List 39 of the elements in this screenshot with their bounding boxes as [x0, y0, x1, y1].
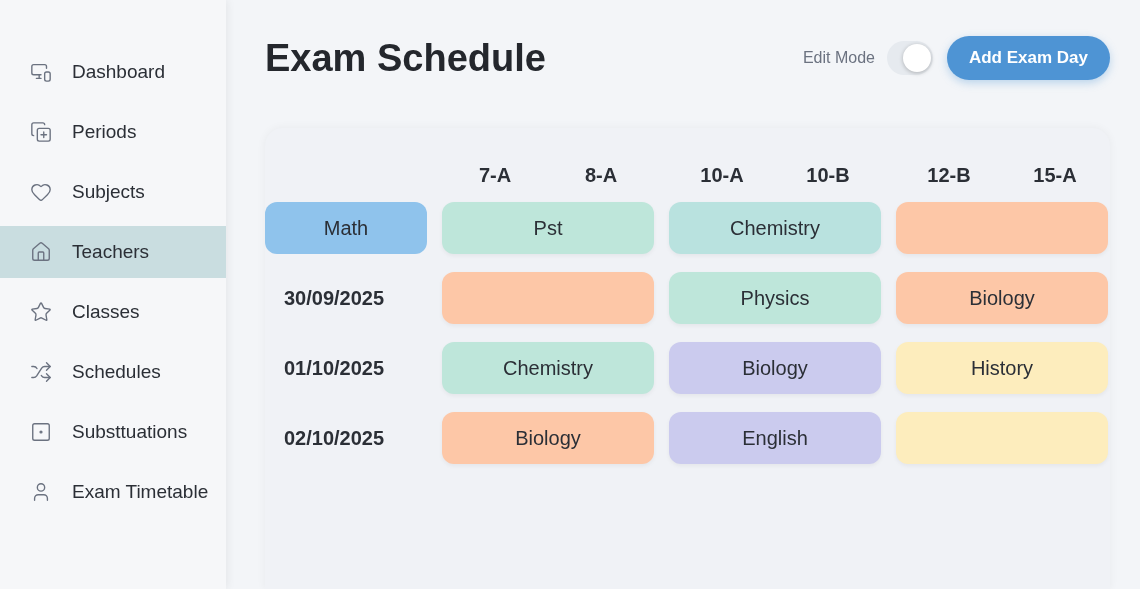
sidebar-item[interactable]: Schedules — [0, 346, 226, 398]
exam-cell[interactable]: Pst — [442, 202, 654, 254]
page-title: Exam Schedule — [265, 35, 546, 81]
column-header: 12-B — [926, 163, 972, 188]
exam-cell[interactable] — [896, 412, 1108, 464]
column-header: 7-A — [477, 163, 513, 188]
exam-cell[interactable]: Biology — [442, 412, 654, 464]
star-icon — [30, 301, 52, 323]
shuffle-icon — [30, 361, 52, 383]
sidebar-item[interactable]: Periods — [0, 106, 226, 158]
monitor-icon — [30, 61, 52, 83]
edit-mode-toggle[interactable] — [886, 41, 933, 75]
sidebar-item[interactable]: Exam Timetable — [0, 466, 226, 518]
exam-cell[interactable] — [896, 202, 1108, 254]
date-label: 30/09/2025 — [283, 286, 386, 311]
column-header: 10-A — [699, 163, 745, 188]
exam-cell[interactable]: Physics — [669, 272, 881, 324]
exam-cell[interactable]: Chemistry — [442, 342, 654, 394]
heart-icon — [30, 181, 52, 203]
date-label: 02/10/2025 — [283, 426, 386, 451]
sidebar-item[interactable]: Dashboard — [0, 46, 226, 98]
edit-mode-label: Edit Mode — [802, 48, 875, 68]
exam-cell[interactable] — [442, 272, 654, 324]
exam-cell[interactable]: Biology — [896, 272, 1108, 324]
add-window-icon — [30, 121, 52, 143]
column-header: 8-A — [583, 163, 619, 188]
exam-cell[interactable]: Biology — [669, 342, 881, 394]
exam-cell[interactable]: English — [669, 412, 881, 464]
exam-cell[interactable]: Chemistry — [669, 202, 881, 254]
sidebar-item[interactable]: Teachers — [0, 226, 226, 278]
exam-cell[interactable]: History — [896, 342, 1108, 394]
sidebar-item[interactable]: Substtuations — [0, 406, 226, 458]
sidebar-item[interactable]: Classes — [0, 286, 226, 338]
column-header: 15-A — [1032, 163, 1078, 188]
date-label: 01/10/2025 — [283, 356, 386, 381]
house-icon — [30, 241, 52, 263]
subject-chip[interactable]: Math — [265, 202, 427, 254]
column-header: 10-B — [805, 163, 851, 188]
sidebar-item[interactable]: Subjects — [0, 166, 226, 218]
